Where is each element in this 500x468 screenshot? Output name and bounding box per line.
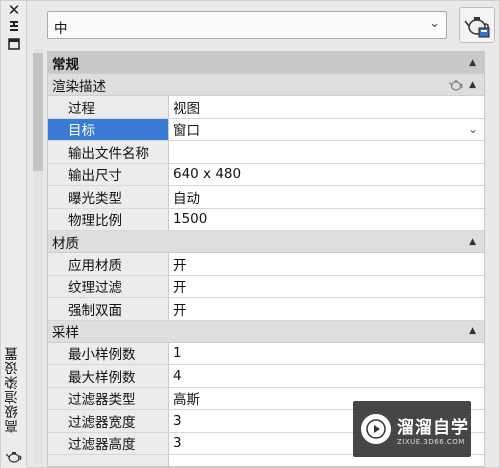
teapot-icon [5,449,22,466]
property-value[interactable]: 开 [169,275,484,297]
palette-title: 高级渲染设置 [5,346,21,434]
property-name: 物理比例 [48,208,169,230]
section-general-label: 常规 [52,56,79,73]
property-value[interactable]: 4 [169,365,484,387]
category-sampling-label: 采样 [52,325,79,341]
property-name: 最小样例数 [48,342,169,364]
property-name: 强制双面 [48,298,169,320]
property-value: 窗口 [173,123,200,140]
property-name: 输出文件名称 [48,141,169,163]
property-value[interactable]: 开 [169,298,484,320]
property-value-dropdown[interactable]: 窗口 ⌄ [169,118,484,140]
property-name: 应用材质 [48,253,169,275]
play-logo-icon [361,414,391,444]
auto-hide-icon[interactable] [7,19,21,33]
property-name: 过滤器宽度 [48,410,169,432]
property-name: 过程 [48,96,169,118]
property-row-selected[interactable]: 目标 窗口 ⌄ [48,118,484,141]
watermark-url: ZIXUE.3D66.COM [397,437,465,446]
render-button[interactable] [459,7,495,43]
teapot-render-icon [464,17,490,38]
collapse-icon[interactable]: ▲ [469,80,476,90]
category-materials[interactable]: 材质 ▲ [48,231,484,253]
property-row[interactable]: 输出尺寸 640 x 480 [48,163,484,186]
chevron-down-icon[interactable]: ⌄ [468,122,478,136]
property-row[interactable]: 强制双面 开 [48,298,484,321]
collapse-icon[interactable]: ▲ [469,58,476,68]
render-settings-palette: ✕ 高级渲染设置 中 ⌄ 常规 ▲ 渲染描述 ▲ 过程 视图 目标 窗口 ⌄ 输… [0,0,500,468]
property-name: 最大样例数 [48,365,169,387]
property-value[interactable] [169,141,484,163]
watermark: 溜溜自学 ZIXUE.3D66.COM [353,401,471,457]
collapse-icon[interactable]: ▲ [469,237,476,247]
properties-menu-icon[interactable] [7,37,21,51]
property-name: 目标 [48,118,169,140]
chevron-down-icon: ⌄ [429,16,440,31]
collapse-icon[interactable]: ▲ [469,326,476,336]
property-name: 曝光类型 [48,186,169,208]
teapot-icon [449,80,463,91]
category-materials-label: 材质 [52,235,79,252]
property-value[interactable]: 自动 [169,186,484,208]
close-icon[interactable]: ✕ [7,2,21,17]
property-value[interactable]: 视图 [169,96,484,118]
property-name: 过滤器类型 [48,387,169,409]
property-row[interactable]: 过程 视图 [48,96,484,119]
palette-title-strip: ✕ 高级渲染设置 [1,1,27,468]
property-row[interactable]: 曝光类型 自动 [48,186,484,209]
property-name: 过滤器高度 [48,432,169,454]
render-preset-value: 中 [54,21,68,37]
property-row[interactable]: 应用材质 开 [48,253,484,276]
property-value[interactable]: 640 x 480 [169,163,484,185]
property-row[interactable]: 最小样例数 1 [48,342,484,365]
property-name: 输出尺寸 [48,163,169,185]
property-row[interactable]: 纹理过滤 开 [48,275,484,298]
property-value[interactable]: 1500 [169,208,484,230]
property-name: 纹理过滤 [48,275,169,297]
property-value[interactable]: 开 [169,253,484,275]
category-render-description[interactable]: 渲染描述 ▲ [48,74,484,96]
section-general[interactable]: 常规 ▲ [48,52,484,74]
watermark-brand: 溜溜自学 [397,417,469,438]
category-sampling[interactable]: 采样 ▲ [48,320,484,343]
property-row[interactable]: 最大样例数 4 [48,365,484,388]
property-value[interactable]: 1 [169,342,484,364]
render-preset-select[interactable]: 中 ⌄ [47,11,447,39]
property-row[interactable]: 输出文件名称 [48,141,484,164]
category-render-description-label: 渲染描述 [52,78,106,95]
property-row[interactable]: 物理比例 1500 [48,208,484,231]
scrollbar-thumb[interactable] [33,53,43,171]
property-name [48,455,169,466]
